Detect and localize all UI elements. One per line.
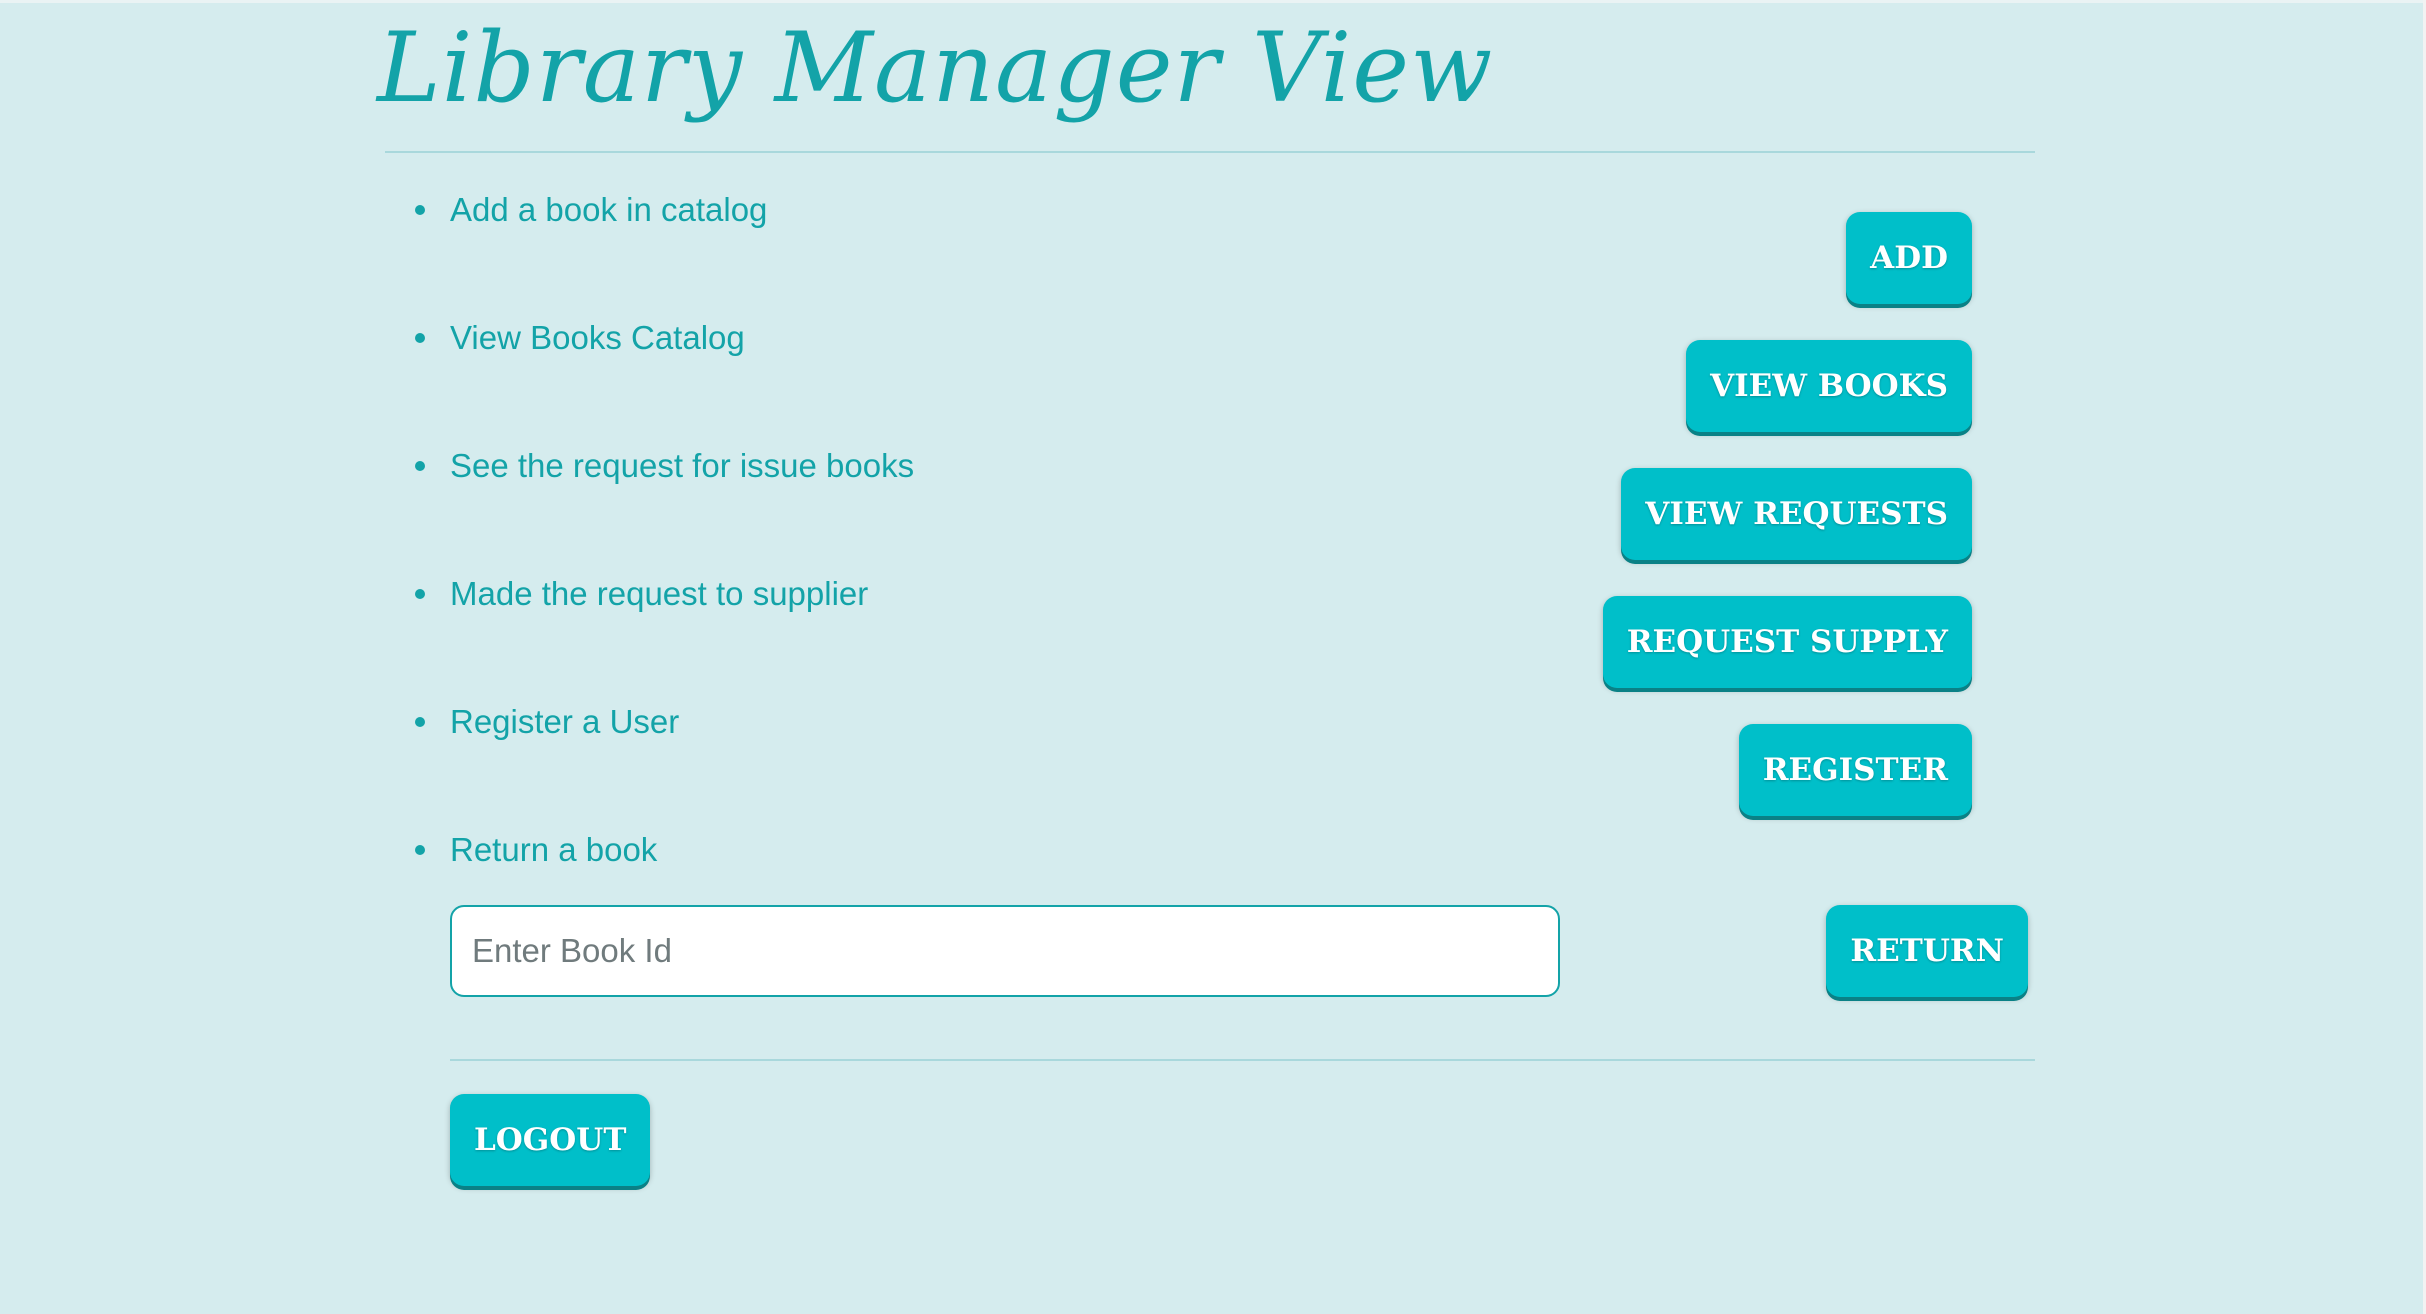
list-item-view-requests: See the request for issue books VIEW REQ…	[380, 444, 1980, 560]
manager-panel: Library Manager View Add a book in catal…	[377, 0, 2036, 1314]
view-books-label: View Books Catalog	[450, 319, 745, 356]
view-books-button[interactable]: VIEW BOOKS	[1686, 340, 1972, 432]
request-supply-button[interactable]: REQUEST SUPPLY	[1602, 596, 1972, 688]
register-button[interactable]: REGISTER	[1738, 724, 1972, 816]
list-item-add-book: Add a book in catalog ADD	[380, 188, 1980, 304]
view-requests-label: See the request for issue books	[450, 447, 915, 484]
view-requests-button[interactable]: VIEW REQUESTS	[1621, 468, 1972, 560]
register-user-label: Register a User	[450, 703, 680, 740]
title-divider	[385, 151, 2035, 153]
return-book-label: Return a book	[450, 831, 658, 868]
logout-button[interactable]: LOGOUT	[450, 1094, 651, 1186]
request-supply-label: Made the request to supplier	[450, 575, 869, 612]
add-button[interactable]: ADD	[1846, 212, 1972, 304]
bullet-icon	[415, 845, 425, 855]
logout-divider	[450, 1059, 2035, 1061]
list-item-view-books: View Books Catalog VIEW BOOKS	[380, 316, 1980, 432]
bullet-icon	[415, 589, 425, 599]
book-id-input[interactable]	[450, 905, 1560, 997]
page-title: Library Manager View	[377, 12, 1494, 124]
list-item-register-user: Register a User REGISTER	[380, 700, 1980, 816]
bullet-icon	[415, 461, 425, 471]
bullet-icon	[415, 717, 425, 727]
add-book-label: Add a book in catalog	[450, 191, 768, 228]
bullet-icon	[415, 205, 425, 215]
list-item-request-supply: Made the request to supplier REQUEST SUP…	[380, 572, 1980, 688]
bullet-icon	[415, 333, 425, 343]
return-button[interactable]: RETURN	[1826, 905, 2028, 997]
